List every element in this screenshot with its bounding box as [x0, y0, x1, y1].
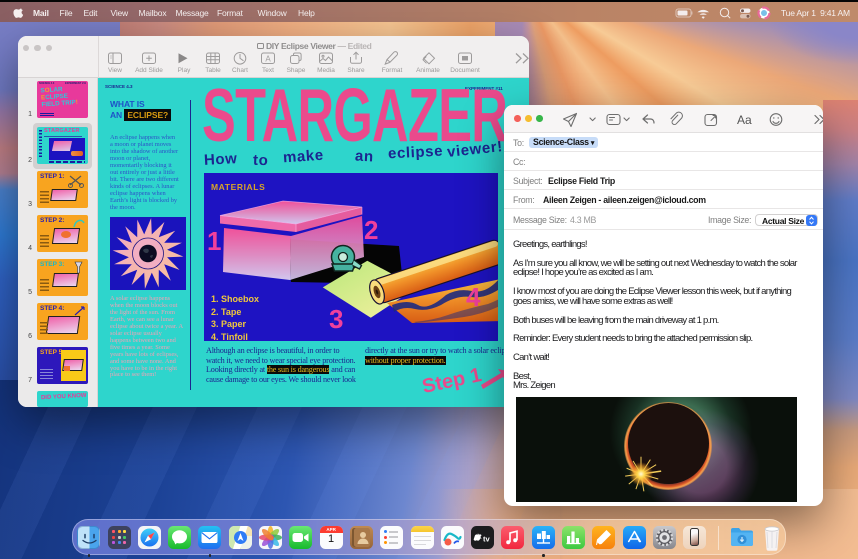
svg-text:Aa: Aa [737, 113, 752, 127]
svg-text:4: 4 [466, 282, 481, 312]
svg-text:A: A [265, 55, 271, 64]
svg-text:2: 2 [364, 215, 378, 245]
svg-text:3: 3 [329, 304, 343, 334]
svg-text:1: 1 [207, 226, 221, 256]
svg-text:tv: tv [483, 534, 490, 543]
